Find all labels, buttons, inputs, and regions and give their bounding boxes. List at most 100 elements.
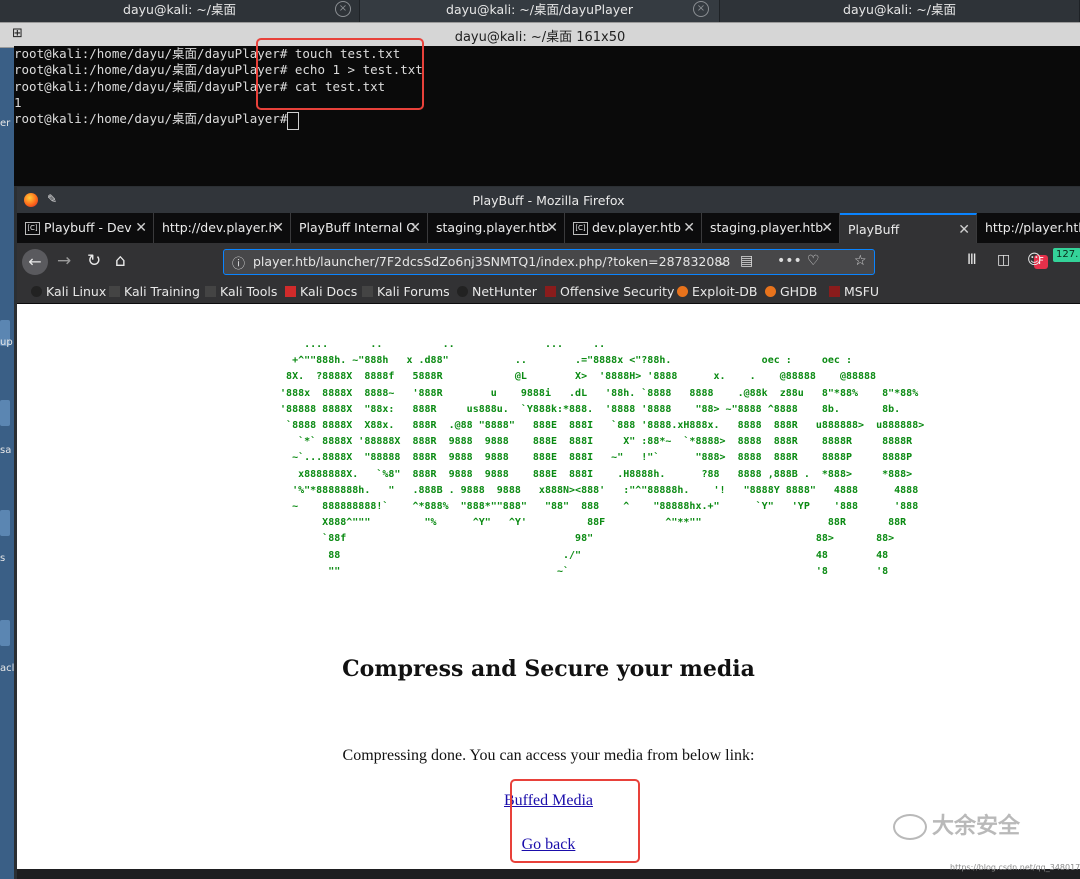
url-bar[interactable]: ⓘ player.htb/launcher/7F2dcsSdZo6nj3SNMT… [223, 249, 1048, 275]
bookmark-kali-forums[interactable]: Kali Forums [362, 284, 450, 299]
browser-tab-label: PlayBuff [848, 222, 900, 237]
sync-icon[interactable]: ☺ [1027, 252, 1042, 268]
bookmark-kali-training[interactable]: Kali Training [109, 284, 200, 299]
bookmark-label: GHDB [780, 284, 818, 299]
ascii-art-banner: .... .. .. ... .. +^""888h. ~"888h x .d8… [280, 339, 925, 577]
browser-tab-label: PlayBuff Internal C [299, 220, 416, 235]
bookmark-offensive-security[interactable]: Offensive Security [545, 284, 674, 299]
offsec-icon [545, 286, 556, 297]
browser-tab[interactable]: http://player.htb [977, 213, 1080, 243]
terminal-tab-bar: dayu@kali: ~/桌面 × dayu@kali: ~/桌面/dayuPl… [0, 0, 1080, 22]
firefox-window: ✎ PlayBuff - Mozilla Firefox [C] Playbuff… [17, 187, 1080, 869]
browser-tab-label: Playbuff - Dev [44, 220, 132, 235]
chevron-down-icon[interactable]: ⌄ [716, 253, 728, 269]
extension-badge[interactable]: 127. [1053, 248, 1080, 262]
close-icon[interactable]: ✕ [958, 215, 970, 243]
desktop-background [0, 0, 14, 879]
close-icon[interactable]: ✕ [821, 213, 833, 243]
bookmark-label: MSFU [844, 284, 880, 299]
terminal-window-title: dayu@kali: ~/桌面 161x50 [454, 30, 626, 45]
sidebar-icon[interactable]: ◫ [997, 252, 1010, 268]
bookmark-label: Kali Docs [300, 284, 358, 299]
browser-tab[interactable]: staging.player.htb ✕ [702, 213, 840, 243]
back-button[interactable]: ← [22, 249, 48, 275]
offsec-icon [829, 286, 840, 297]
browser-tab-label: http://player.htb [985, 220, 1080, 235]
bookmark-ghdb[interactable]: GHDB [765, 284, 817, 299]
bookmark-msfu[interactable]: MSFU [829, 284, 879, 299]
kali-dragon-icon [109, 286, 120, 297]
bookmark-nethunter[interactable]: NetHunter [457, 284, 537, 299]
browser-tab-label: staging.player.htb [710, 220, 824, 235]
bookmark-label: Kali Tools [220, 284, 278, 299]
forward-button[interactable]: → [57, 251, 71, 271]
browser-tab-label: staging.player.htb [436, 220, 550, 235]
terminal-cursor [287, 112, 299, 130]
browser-tab[interactable]: [C] Playbuff - Dev ✕ [17, 213, 154, 243]
desktop-icon-label: sa [0, 445, 12, 456]
terminal-tab-label: dayu@kali: ~/桌面/dayuPlayer [446, 2, 633, 17]
bookmark-label: Exploit-DB [692, 284, 758, 299]
bookmark-label: Offensive Security [560, 284, 675, 299]
tab-favicon: [C] [573, 222, 588, 235]
exploit-db-icon [677, 286, 688, 297]
close-icon[interactable]: ✕ [135, 213, 147, 243]
bookmark-kali-docs[interactable]: Kali Docs [285, 284, 357, 299]
highlight-box [510, 779, 640, 863]
kali-dragon-icon [362, 286, 373, 297]
desktop-file-icon[interactable] [0, 400, 10, 426]
library-icon[interactable]: Ⅲ [967, 252, 977, 268]
close-icon[interactable]: ✕ [546, 213, 558, 243]
bookmark-label: Kali Linux [46, 284, 107, 299]
terminal-tab[interactable]: dayu@kali: ~/桌面 [720, 0, 1080, 22]
kali-dragon-icon [205, 286, 216, 297]
docs-icon [285, 286, 296, 297]
pocket-icon[interactable]: ♡ [807, 253, 820, 269]
close-icon[interactable]: × [335, 1, 351, 17]
terminal-tab[interactable]: dayu@kali: ~/桌面/dayuPlayer × [360, 0, 720, 22]
terminal-tab[interactable]: dayu@kali: ~/桌面 × [0, 0, 360, 22]
browser-tab[interactable]: staging.player.htb ✕ [428, 213, 565, 243]
ghdb-icon [765, 286, 776, 297]
page-actions-icon[interactable]: ••• [777, 253, 802, 269]
bookmark-kali-linux[interactable]: Kali Linux [31, 284, 106, 299]
desktop-icon-label: acl [0, 663, 15, 674]
page-title: Compress and Secure your media [342, 656, 755, 682]
reload-button[interactable]: ↻ [87, 251, 101, 271]
home-button[interactable]: ⌂ [115, 251, 126, 271]
reader-view-icon[interactable]: ▤ [740, 253, 753, 269]
terminal-tab-label: dayu@kali: ~/桌面 [843, 2, 956, 17]
browser-tab-label: http://dev.player.h [162, 220, 277, 235]
bookmark-kali-tools[interactable]: Kali Tools [205, 284, 277, 299]
terminal-title-bar: ⊞ dayu@kali: ~/桌面 161x50 [0, 22, 1080, 48]
terminal-output[interactable]: root@kali:/home/dayu/桌面/dayuPlayer# touc… [14, 38, 1080, 186]
close-icon[interactable]: × [693, 1, 709, 17]
browser-tab-active[interactable]: PlayBuff ✕ [840, 213, 977, 243]
firefox-window-title: PlayBuff - Mozilla Firefox [472, 193, 625, 208]
browser-tab-bar: [C] Playbuff - Dev ✕ http://dev.player.h … [17, 213, 1080, 243]
tab-favicon: [C] [25, 222, 40, 235]
terminal-line: 1 [14, 95, 22, 110]
terminal-line: root@kali:/home/dayu/桌面/dayuPlayer# [14, 111, 295, 126]
browser-tab[interactable]: http://dev.player.h ✕ [154, 213, 291, 243]
kali-dragon-icon [31, 286, 42, 297]
desktop-icon-label: up [0, 337, 13, 348]
close-icon[interactable]: ✕ [409, 213, 421, 243]
browser-tab[interactable]: [C] dev.player.htb ✕ [565, 213, 702, 243]
close-icon[interactable]: ✕ [683, 213, 695, 243]
bookmarks-toolbar: Kali Linux Kali Training Kali Tools Kali… [17, 281, 1080, 304]
desktop-icon-label: s [0, 553, 6, 564]
nethunter-icon [457, 286, 468, 297]
close-icon[interactable]: ✕ [272, 213, 284, 243]
desktop-file-icon[interactable] [0, 510, 10, 536]
browser-tab-label: dev.player.htb [592, 220, 681, 235]
terminal-tab-label: dayu@kali: ~/桌面 [123, 2, 236, 17]
bookmark-exploit-db[interactable]: Exploit-DB [677, 284, 757, 299]
bookmark-label: Kali Forums [377, 284, 450, 299]
watermark-caption: https://blog.csdn.net/qq_34801745 [950, 863, 1080, 872]
bookmark-star-icon[interactable]: ☆ [854, 253, 867, 269]
desktop-file-icon[interactable] [0, 620, 10, 646]
url-text[interactable]: player.htb/launcher/7F2dcsSdZo6nj3SNMTQ1… [253, 254, 730, 269]
browser-tab[interactable]: PlayBuff Internal C ✕ [291, 213, 428, 243]
info-icon[interactable]: ⓘ [232, 253, 245, 272]
